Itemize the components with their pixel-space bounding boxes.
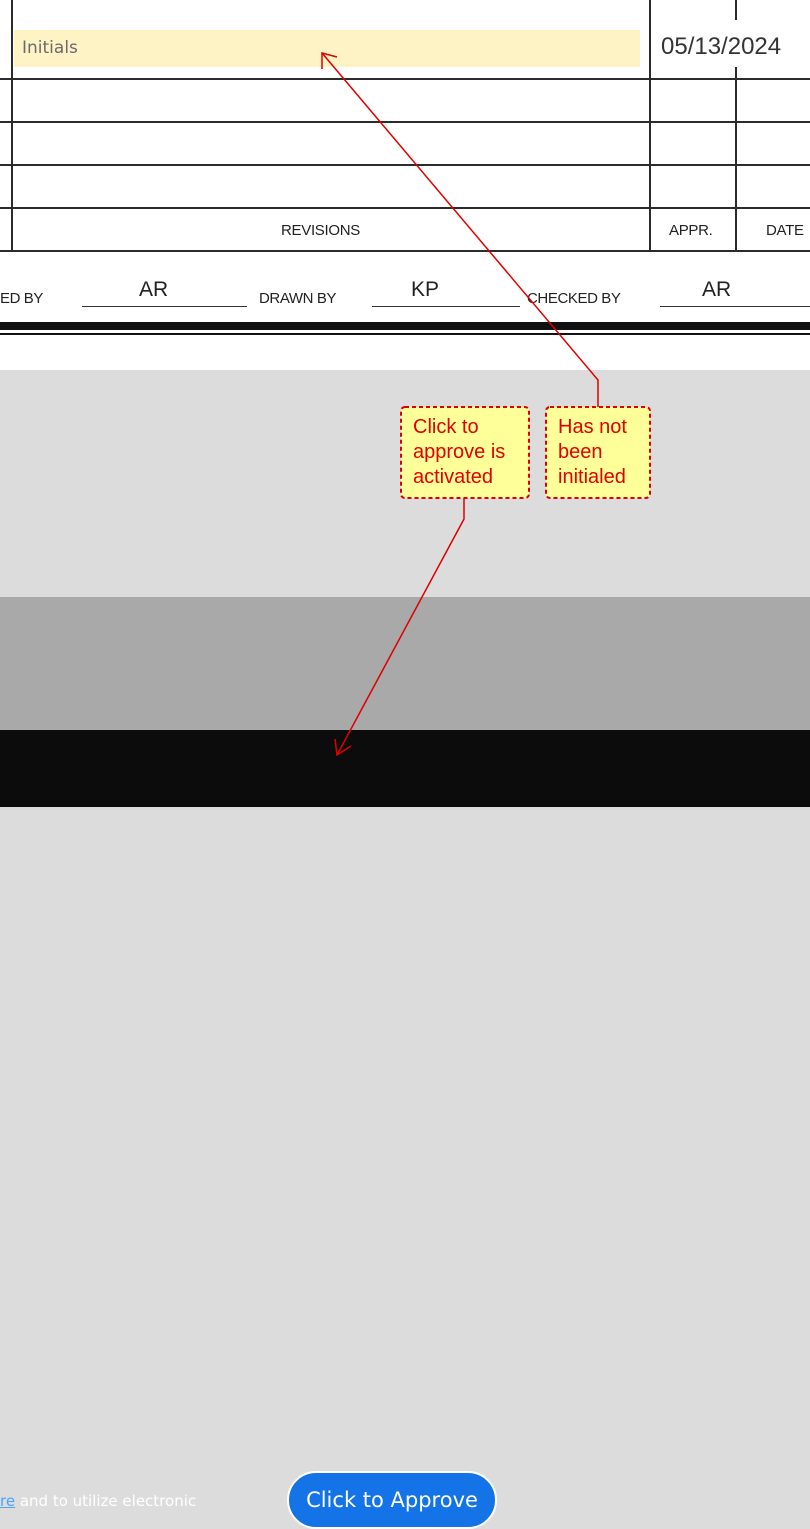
initials-input[interactable]: Initials [14,30,640,67]
approve-button[interactable]: Click to Approve [287,1471,497,1529]
callout-not-initialed-line: been [558,441,603,463]
callout-activated-text: Click to approve is activated [413,415,505,490]
callout-not-initialed-line: initialed [558,466,626,488]
approved-header: APPR. [669,222,713,239]
callout-activated-line: Click to [413,416,479,438]
approval-footer-bar: re and to utilize electronic Click to Ap… [0,730,810,1529]
revision-date: 05/13/2024 [661,33,782,60]
drawing-title-block: Initials 05/13/2024 REVISIONS APPR. DATE… [0,0,810,370]
approved-by-line [82,306,247,307]
checked-by-label: CHECKED BY [527,290,621,307]
drawn-by-value: KP [411,278,440,301]
callout-activated-line: activated [413,466,494,488]
callout-not-initialed-line: Has not [558,416,627,438]
consent-text-body: and to utilize electronic [15,1492,197,1510]
checked-by-line [660,306,810,307]
table-row-line [0,164,810,166]
title-block-border [0,322,810,330]
approved-by-value: AR [139,278,169,301]
date-header: DATE [766,222,804,239]
title-block-border-thin [0,333,810,335]
callout-not-initialed-text: Has not been initialed [558,415,627,490]
consent-text: re and to utilize electronic [0,1492,196,1510]
consent-link[interactable]: re [0,1492,15,1510]
drawn-by-line [372,306,520,307]
table-divider-date [735,0,737,20]
revisions-header: REVISIONS [281,222,360,239]
table-divider-date-lower [735,67,737,251]
table-divider-appr [649,0,651,251]
approved-by-label: ED BY [0,290,44,307]
checked-by-value: AR [702,278,732,301]
viewer-background-band [0,597,810,730]
drawn-by-label: DRAWN BY [259,290,337,307]
table-row-line [0,207,810,209]
table-border-left [11,0,13,251]
table-row-line [0,78,810,80]
callout-activated-line: approve is [413,441,506,463]
table-row-line [0,250,810,252]
table-row-line [0,121,810,123]
